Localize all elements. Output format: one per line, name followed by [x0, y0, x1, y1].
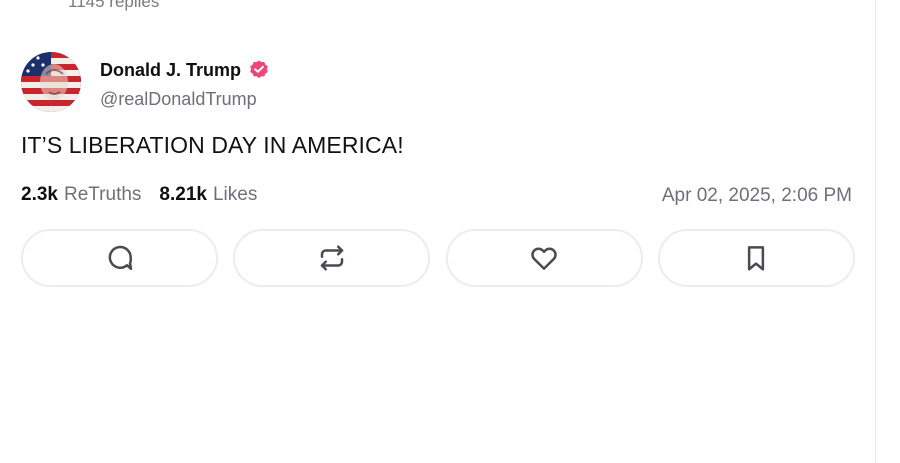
right-divider — [875, 0, 876, 463]
avatar[interactable] — [21, 52, 81, 112]
post-header: Donald J. Trump @realDonaldTrump — [21, 52, 855, 116]
previous-post-replies-count[interactable]: 1145 replies — [68, 0, 159, 12]
retruths-label[interactable]: ReTruths — [64, 184, 141, 206]
truth-social-post-view: 1145 replies Donald J. Trump @realDonald… — [0, 0, 900, 463]
likes-count[interactable]: 8.21k — [159, 184, 207, 206]
post-actions-bar — [21, 229, 855, 287]
like-button[interactable] — [445, 229, 643, 287]
likes-label[interactable]: Likes — [213, 184, 257, 206]
post-timestamp: Apr 02, 2025, 2:06 PM — [661, 185, 852, 206]
retruth-button[interactable] — [233, 229, 431, 287]
author-display-name[interactable]: Donald J. Trump — [100, 60, 241, 81]
verified-badge-icon — [248, 59, 270, 81]
author-name-row: Donald J. Trump — [100, 58, 270, 82]
post-text: IT’S LIBERATION DAY IN AMERICA! — [21, 132, 404, 158]
retruth-icon — [320, 245, 344, 271]
post-stats: 2.3k ReTruths 8.21k Likes Apr 02, 2025, … — [21, 183, 855, 207]
reply-icon — [108, 245, 132, 270]
post-card: Donald J. Trump @realDonaldTrump IT’S LI… — [21, 52, 855, 287]
retruths-count[interactable]: 2.3k — [21, 184, 58, 206]
like-heart-icon — [531, 247, 557, 270]
bookmark-button[interactable] — [657, 229, 855, 287]
bookmark-icon — [748, 246, 765, 271]
reply-button[interactable] — [21, 229, 218, 287]
author-info: Donald J. Trump @realDonaldTrump — [100, 58, 270, 110]
author-handle[interactable]: @realDonaldTrump — [100, 89, 270, 110]
